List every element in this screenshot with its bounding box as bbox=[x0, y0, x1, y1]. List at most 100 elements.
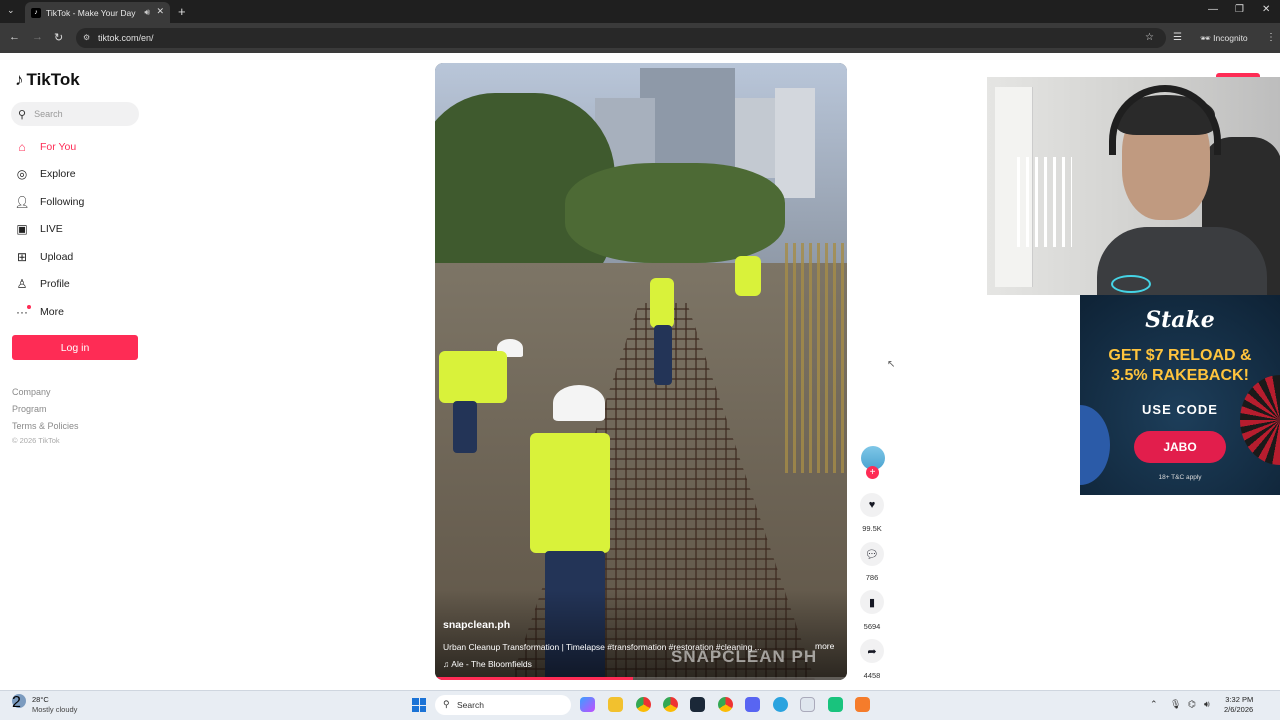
app-icon[interactable] bbox=[855, 697, 870, 712]
back-icon[interactable]: ← bbox=[9, 31, 20, 43]
video-worker-pants bbox=[654, 325, 672, 385]
reload-icon[interactable]: ↻ bbox=[54, 31, 63, 44]
video-worker bbox=[439, 351, 507, 403]
comment-count: 786 bbox=[865, 573, 879, 582]
share-button[interactable]: ➦ bbox=[860, 639, 884, 663]
webcam-overlay bbox=[987, 77, 1280, 295]
sidebar-item-label: Following bbox=[40, 196, 85, 208]
close-tab-icon[interactable]: ✕ bbox=[156, 6, 164, 17]
comment-icon: 💬︎ bbox=[865, 548, 879, 561]
restore-icon[interactable]: ❐ bbox=[1235, 4, 1244, 15]
bookmark-star-icon[interactable]: ☆ bbox=[1145, 32, 1154, 43]
tab-list-chevron-icon[interactable]: ⌄ bbox=[7, 5, 15, 16]
microphone-icon[interactable]: 🎙︎ bbox=[1170, 699, 1181, 710]
site-info-icon[interactable]: ⚙ bbox=[83, 33, 90, 42]
profile-icon: ♙ bbox=[16, 277, 28, 291]
ad-ball bbox=[1080, 405, 1110, 485]
app-icon[interactable] bbox=[828, 697, 843, 712]
video-worker bbox=[530, 433, 610, 553]
live-icon: ▣ bbox=[16, 222, 28, 236]
stake-ad-banner[interactable]: Stake GET $7 RELOAD & 3.5% RAKEBACK! USE… bbox=[1080, 295, 1280, 495]
footer-company-link[interactable]: Company bbox=[12, 387, 51, 397]
compass-icon: ◎ bbox=[16, 167, 28, 181]
taskbar-search-label: Search bbox=[457, 700, 484, 710]
browser-tab[interactable]: ♪ TikTok - Make Your Day 🔊︎ ✕ bbox=[25, 2, 170, 23]
snipping-tool-icon[interactable] bbox=[800, 697, 815, 712]
discord-icon[interactable] bbox=[745, 697, 760, 712]
like-count: 99.5K bbox=[862, 524, 882, 533]
webcam-light-ring bbox=[1111, 275, 1151, 293]
sidebar-item-explore[interactable]: ◎ Explore bbox=[13, 164, 76, 184]
browser-menu-icon[interactable]: ⋮ bbox=[1266, 32, 1276, 43]
copilot-icon[interactable] bbox=[580, 697, 595, 712]
headphones-icon bbox=[1109, 85, 1221, 155]
save-count: 5694 bbox=[863, 622, 881, 631]
volume-icon[interactable]: 🔊︎ bbox=[1204, 699, 1210, 710]
logo-text: TikTok bbox=[26, 70, 80, 89]
search-placeholder: Search bbox=[34, 109, 63, 119]
video-worker-pants bbox=[453, 401, 477, 453]
footer-program-link[interactable]: Program bbox=[12, 404, 47, 414]
ad-roulette-wheel bbox=[1240, 375, 1280, 465]
weather-badge: 2 bbox=[12, 694, 21, 711]
ad-brand: Stake bbox=[1145, 307, 1215, 333]
network-icon[interactable]: ⌬ bbox=[1188, 699, 1196, 710]
video-more-link[interactable]: more bbox=[815, 641, 834, 651]
video-worker bbox=[650, 278, 674, 328]
video-description: Urban Cleanup Transformation | Timelapse… bbox=[443, 642, 762, 652]
minimize-icon[interactable]: — bbox=[1208, 4, 1218, 15]
video-building bbox=[775, 88, 815, 198]
forward-icon[interactable]: → bbox=[32, 31, 43, 43]
chrome-icon[interactable] bbox=[663, 697, 678, 712]
follow-plus-icon[interactable]: + bbox=[866, 466, 879, 479]
taskbar-clock[interactable]: 3:32 PM 2/6/2026 bbox=[1224, 695, 1253, 715]
sidebar-item-label: More bbox=[40, 306, 64, 318]
upload-icon: ⊞ bbox=[16, 250, 28, 264]
sidebar-item-for-you[interactable]: ⌂ For You bbox=[13, 137, 76, 157]
steam-icon[interactable] bbox=[690, 697, 705, 712]
comment-button[interactable]: 💬︎ bbox=[860, 542, 884, 566]
login-button[interactable]: Log in bbox=[12, 335, 138, 360]
sidebar-item-live[interactable]: ▣ LIVE bbox=[13, 219, 62, 239]
music-title: Ale - The Bloomfields bbox=[451, 659, 532, 669]
sidebar-item-upload[interactable]: ⊞ Upload bbox=[13, 247, 73, 267]
video-progress-bar[interactable] bbox=[435, 677, 847, 680]
sidebar-item-profile[interactable]: ♙ Profile bbox=[13, 274, 70, 294]
taskbar-search-input[interactable]: ⚲ Search bbox=[435, 695, 571, 715]
ad-code-button[interactable]: JABO bbox=[1134, 431, 1226, 463]
browser-tab-bar: ⌄ ♪ TikTok - Make Your Day 🔊︎ ✕ + — ❐ ✕ bbox=[0, 0, 1280, 23]
ad-headline: GET $7 RELOAD & 3.5% RAKEBACK! bbox=[1080, 346, 1280, 386]
windows-start-icon[interactable] bbox=[412, 698, 426, 712]
chrome-icon[interactable] bbox=[636, 697, 651, 712]
bookmark-icon: ▮ bbox=[868, 596, 876, 609]
chrome-icon[interactable] bbox=[718, 697, 733, 712]
search-input[interactable]: ⚲ Search bbox=[11, 102, 139, 126]
url-field[interactable]: ⚙ tiktok.com/en/ ☆ bbox=[76, 28, 1166, 48]
sidebar-item-more[interactable]: ··· More bbox=[13, 302, 64, 322]
speaker-icon[interactable]: 🔊︎ bbox=[144, 7, 150, 18]
webcam-railing bbox=[1017, 157, 1072, 247]
tray-overflow-icon[interactable]: ⌃ bbox=[1150, 699, 1158, 710]
sidebar-item-following[interactable]: 👤︎ Following bbox=[13, 192, 84, 212]
incognito-badge[interactable]: 🕶︎ Incognito bbox=[1200, 33, 1248, 44]
weather-condition: Mostly cloudy bbox=[32, 705, 78, 714]
file-explorer-icon[interactable] bbox=[608, 697, 623, 712]
heart-icon: ♥ bbox=[868, 499, 876, 511]
video-player[interactable]: SNAPCLEAN PH snapclean.ph Urban Cleanup … bbox=[435, 63, 847, 680]
video-music[interactable]: ♫ Ale - The Bloomfields bbox=[443, 659, 532, 669]
telegram-icon[interactable] bbox=[773, 697, 788, 712]
footer-terms-link[interactable]: Terms & Policies bbox=[12, 421, 79, 431]
new-tab-icon[interactable]: + bbox=[178, 4, 186, 19]
save-button[interactable]: ▮ bbox=[860, 590, 884, 614]
sidebar-item-label: Profile bbox=[40, 278, 70, 290]
copyright: © 2026 TikTok bbox=[12, 436, 60, 445]
close-window-icon[interactable]: ✕ bbox=[1262, 4, 1270, 15]
notification-dot bbox=[27, 305, 31, 309]
tiktok-favicon-icon: ♪ bbox=[31, 7, 41, 18]
search-icon: ⚲ bbox=[443, 699, 450, 709]
tiktok-note-icon: ♪ bbox=[15, 70, 24, 89]
reading-mode-icon[interactable]: ☰ bbox=[1173, 32, 1182, 43]
video-username[interactable]: snapclean.ph bbox=[443, 619, 510, 631]
like-button[interactable]: ♥ bbox=[860, 493, 884, 517]
tiktok-logo[interactable]: ♪ TikTok bbox=[15, 70, 80, 90]
